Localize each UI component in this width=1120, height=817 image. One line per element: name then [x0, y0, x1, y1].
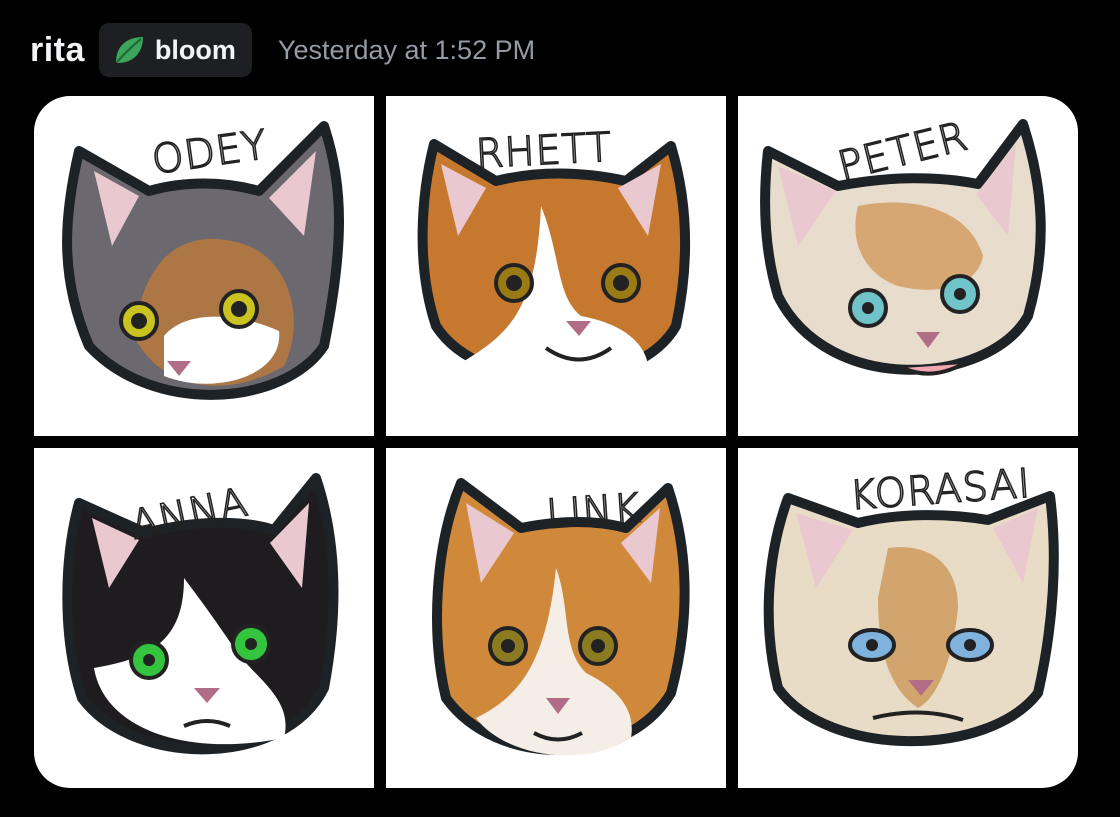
cat-portrait-1: ODEY [62, 121, 344, 400]
gallery-image-4[interactable]: ANNA [34, 448, 374, 788]
cat-portrait-6: KORASAI [763, 460, 1059, 747]
author-username[interactable]: rita [30, 31, 85, 70]
cat-portrait-4: ANNA [62, 473, 339, 755]
cat-portrait-3: PETER [760, 113, 1046, 376]
gallery-image-6[interactable]: KORASAI [738, 448, 1078, 788]
gallery-image-2[interactable]: RHETT [386, 96, 726, 436]
cat-portrait-2: RHETT [417, 124, 691, 404]
message-header: rita bloom Yesterday at 1:52 PM [30, 22, 535, 78]
cat-name-label: ODEY [149, 122, 270, 184]
leaf-icon [115, 37, 143, 63]
gallery-image-5[interactable]: LINK [386, 448, 726, 788]
cat-portrait-5: LINK [432, 478, 690, 756]
guild-tag[interactable]: bloom [98, 23, 252, 77]
cat-name-label: LINK [545, 485, 642, 537]
cat-name-label: RHETT [475, 125, 614, 178]
gallery-image-1[interactable]: ODEY [34, 96, 374, 436]
gallery-image-3[interactable]: PETER [738, 96, 1078, 436]
guild-tag-label: bloom [154, 34, 236, 65]
message-timestamp[interactable]: Yesterday at 1:52 PM [278, 35, 535, 66]
image-gallery: ODEY RHETT PETER ANNA LINK KORASAI [34, 96, 1078, 788]
